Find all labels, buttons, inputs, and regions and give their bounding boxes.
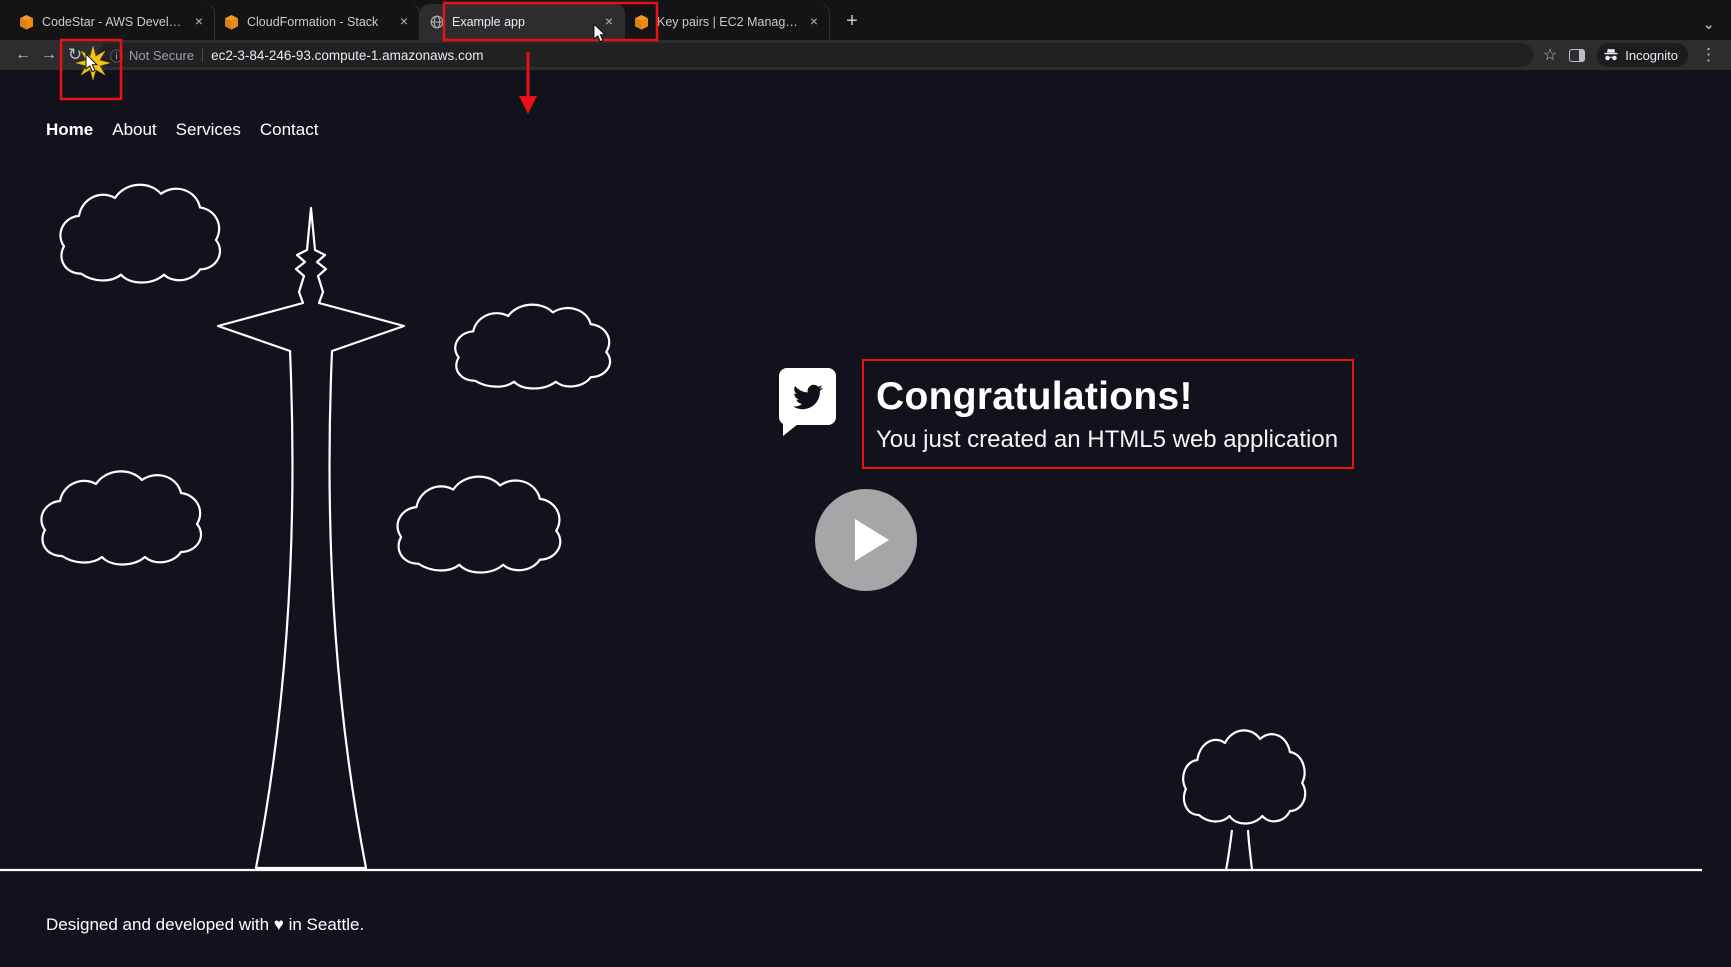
twitter-bird-icon [792,384,823,409]
tab-cloudformation[interactable]: CloudFormation - Stack × [215,4,420,40]
url-text: ec2-3-84-246-93.compute-1.amazonaws.com [211,47,484,63]
browser-window: CodeStar - AWS Developer To × CloudForma… [0,0,1731,967]
tab-example-app[interactable]: Example app × [420,4,625,40]
cloud-icon [454,303,612,390]
incognito-icon [1604,48,1618,61]
forward-button[interactable]: → [36,42,62,68]
hero-subtitle: You just created an HTML5 web applicatio… [876,425,1339,453]
side-panel-icon[interactable] [1569,48,1586,62]
nav-about[interactable]: About [112,120,156,140]
aws-cube-icon [20,14,34,30]
browser-toolbar: ← → ↻ ⓘ Not Secure ec2-3-84-246-93.compu… [0,40,1731,70]
web-page: Home About Services Contact Congratulati… [0,70,1731,967]
omnibox-divider [202,48,204,62]
close-icon[interactable]: × [806,14,822,30]
tab-title: CloudFormation - Stack [247,15,379,29]
aws-cube-icon [635,14,649,30]
tab-strip: CodeStar - AWS Developer To × CloudForma… [0,0,1731,40]
tree-foliage [1182,729,1307,825]
reload-button[interactable]: ↻ [62,42,88,68]
toolbar-right-icons: ☆ Incognito ⋮ [1543,43,1721,67]
tab-codestar[interactable]: CodeStar - AWS Developer To × [10,4,215,40]
close-icon[interactable]: × [396,14,412,30]
hero-title: Congratulations! [876,374,1193,418]
address-bar[interactable]: ⓘ Not Secure ec2-3-84-246-93.compute-1.a… [98,43,1533,67]
globe-icon [430,15,444,30]
site-nav: Home About Services Contact [46,120,318,140]
tab-title: Example app [452,15,525,29]
tab-title: CodeStar - AWS Developer To [42,15,183,29]
space-needle-outline [216,206,406,870]
site-footer-text: Designed and developed with ♥ in Seattle… [46,915,365,934]
incognito-badge: Incognito [1597,43,1688,67]
play-video-button[interactable] [815,489,917,591]
nav-home[interactable]: Home [46,120,93,140]
nav-contact[interactable]: Contact [260,120,319,140]
cloud-icon [59,183,222,284]
tree-trunk [1224,829,1254,871]
cloud-icon [40,470,203,566]
back-button[interactable]: ← [10,42,36,68]
aws-cube-icon [225,14,239,30]
congratulations-banner: Congratulations! You just created an HTM… [862,359,1354,469]
incognito-label: Incognito [1625,47,1678,63]
security-status: ⓘ Not Secure [110,46,194,65]
security-label: Not Secure [129,47,195,63]
twitter-share-button[interactable] [779,368,836,436]
play-icon [854,519,889,561]
new-tab-button[interactable]: + [838,8,866,36]
cloud-icon [396,475,562,574]
close-icon[interactable]: × [601,14,617,30]
nav-services[interactable]: Services [176,120,241,140]
close-icon[interactable]: × [191,14,207,30]
info-icon: ⓘ [110,48,124,64]
tab-title: Key pairs | EC2 Management C [657,15,798,29]
bookmark-star-icon[interactable]: ☆ [1543,45,1557,65]
tab-key-pairs[interactable]: Key pairs | EC2 Management C × [625,4,830,40]
tab-search-chevron-icon[interactable]: ⌄ [1702,17,1715,32]
browser-menu-icon[interactable]: ⋮ [1700,45,1717,65]
